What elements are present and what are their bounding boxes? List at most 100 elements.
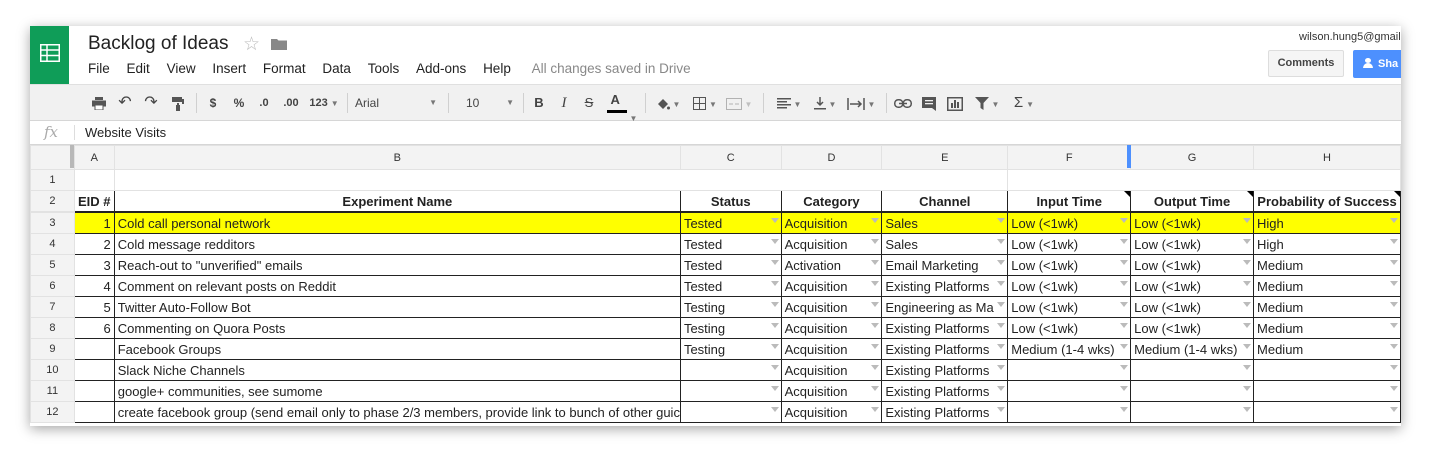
dropdown-arrow-icon[interactable] (1120, 386, 1129, 391)
dropdown-arrow-icon[interactable] (1243, 239, 1252, 244)
more-formats-button[interactable]: 123 ▼ (307, 85, 341, 121)
header-output-time[interactable]: Output Time (1130, 190, 1255, 213)
cell-category[interactable]: Acquisition (780, 275, 883, 297)
row-header[interactable]: 8 (30, 317, 75, 339)
header-input-time[interactable]: Input Time (1007, 190, 1132, 213)
dropdown-arrow-icon[interactable] (871, 302, 880, 307)
cell-probability[interactable]: Medium (1253, 296, 1401, 318)
cell-experiment-name[interactable]: Comment on relevant posts on Reddit (113, 275, 681, 297)
cell-input-time[interactable] (1007, 380, 1132, 402)
increase-decimals-button[interactable]: .00 (280, 85, 302, 121)
font-size-select[interactable]: 10 ▼ (466, 85, 516, 121)
cell-input-time[interactable]: Low (<1wk) (1007, 254, 1132, 276)
cell-input-time[interactable]: Low (<1wk) (1007, 233, 1132, 255)
cell-input-time[interactable]: Medium (1-4 wks) (1007, 338, 1132, 360)
cell-experiment-name[interactable]: Reach-out to "unverified" emails (113, 254, 681, 276)
dropdown-arrow-icon[interactable] (1390, 386, 1398, 391)
cell-category[interactable]: Acquisition (780, 317, 883, 339)
row-header[interactable]: 12 (30, 401, 75, 423)
row-header[interactable]: 5 (30, 254, 75, 276)
insert-chart-icon[interactable] (944, 85, 966, 121)
dropdown-arrow-icon[interactable] (770, 365, 779, 370)
cell-output-time[interactable]: Low (<1wk) (1130, 254, 1255, 276)
dropdown-arrow-icon[interactable] (997, 323, 1006, 328)
dropdown-arrow-icon[interactable] (1120, 260, 1129, 265)
currency-format-button[interactable]: $ (205, 85, 221, 121)
dropdown-arrow-icon[interactable] (1120, 281, 1129, 286)
cell-channel[interactable]: Existing Platforms (881, 275, 1009, 297)
dropdown-arrow-icon[interactable] (1390, 407, 1398, 412)
cell-channel[interactable]: Engineering as Ma (881, 296, 1009, 318)
dropdown-arrow-icon[interactable] (997, 218, 1006, 223)
dropdown-arrow-icon[interactable] (770, 344, 779, 349)
dropdown-arrow-icon[interactable] (997, 302, 1006, 307)
comments-button[interactable]: Comments (1268, 50, 1344, 77)
cell-channel[interactable]: Existing Platforms (881, 401, 1009, 423)
cell-status[interactable]: Testing (679, 296, 782, 318)
cell-probability[interactable] (1253, 401, 1401, 423)
cell-probability[interactable]: Medium (1253, 338, 1401, 360)
cell-output-time[interactable] (1130, 401, 1255, 423)
merge-cells-icon[interactable]: ▼ (723, 85, 755, 121)
cell-channel[interactable]: Sales (881, 233, 1009, 255)
dropdown-arrow-icon[interactable] (1243, 386, 1252, 391)
formula-input[interactable]: Website Visits (85, 125, 166, 140)
cell-category[interactable]: Acquisition (780, 380, 883, 402)
header-category[interactable]: Category (780, 190, 883, 213)
redo-icon[interactable]: ↷ (142, 85, 160, 121)
cell[interactable] (1007, 169, 1401, 191)
row-header[interactable]: 7 (30, 296, 75, 318)
cell-eid[interactable]: 6 (73, 317, 115, 339)
paint-format-icon[interactable] (169, 85, 187, 121)
cell-probability[interactable]: High (1253, 233, 1401, 255)
cell-input-time[interactable]: Low (<1wk) (1007, 296, 1132, 318)
borders-icon[interactable]: ▼ (690, 85, 720, 121)
cell-category[interactable]: Acquisition (780, 401, 883, 423)
cell-channel[interactable]: Existing Platforms (881, 338, 1009, 360)
cell-experiment-name[interactable]: create facebook group (send email only t… (113, 401, 681, 423)
dropdown-arrow-icon[interactable] (871, 365, 880, 370)
star-icon[interactable]: ☆ (243, 33, 260, 56)
dropdown-arrow-icon[interactable] (1120, 218, 1129, 223)
cell-probability[interactable]: Medium (1253, 275, 1401, 297)
dropdown-arrow-icon[interactable] (770, 323, 779, 328)
menu-format[interactable]: Format (263, 61, 306, 76)
dropdown-arrow-icon[interactable] (871, 344, 880, 349)
save-status[interactable]: All changes saved in Drive (532, 61, 691, 76)
cell-probability[interactable]: High (1253, 211, 1401, 234)
dropdown-arrow-icon[interactable] (770, 260, 779, 265)
text-wrap-icon[interactable]: ▼ (844, 85, 878, 121)
menu-file[interactable]: File (88, 61, 110, 76)
column-header-b[interactable]: B (113, 145, 681, 170)
dropdown-arrow-icon[interactable] (1243, 281, 1252, 286)
dropdown-arrow-icon[interactable] (1390, 218, 1398, 223)
cell-category[interactable]: Activation (780, 254, 883, 276)
dropdown-arrow-icon[interactable] (1120, 323, 1129, 328)
dropdown-arrow-icon[interactable] (1243, 218, 1252, 223)
frozen-column-handle[interactable] (70, 145, 74, 168)
dropdown-arrow-icon[interactable] (997, 344, 1006, 349)
cell-channel[interactable]: Sales (881, 211, 1009, 234)
menu-tools[interactable]: Tools (368, 61, 400, 76)
dropdown-arrow-icon[interactable] (1390, 239, 1398, 244)
cell-output-time[interactable]: Low (<1wk) (1130, 275, 1255, 297)
sheets-logo[interactable] (30, 26, 69, 84)
row-header[interactable]: 2 (30, 190, 75, 213)
cell-input-time[interactable] (1007, 359, 1132, 381)
cell-output-time[interactable]: Low (<1wk) (1130, 296, 1255, 318)
dropdown-arrow-icon[interactable] (871, 239, 880, 244)
menu-insert[interactable]: Insert (212, 61, 246, 76)
cell-eid[interactable]: 5 (73, 296, 115, 318)
cell-output-time[interactable]: Low (<1wk) (1130, 233, 1255, 255)
dropdown-arrow-icon[interactable] (997, 239, 1006, 244)
dropdown-arrow-icon[interactable] (1120, 407, 1129, 412)
column-header-e[interactable]: E (881, 145, 1009, 170)
text-color-button[interactable]: A ▼ (605, 85, 639, 123)
cell-output-time[interactable]: Low (<1wk) (1130, 317, 1255, 339)
dropdown-arrow-icon[interactable] (871, 323, 880, 328)
cell-probability[interactable]: Medium (1253, 254, 1401, 276)
dropdown-arrow-icon[interactable] (871, 386, 880, 391)
cell-input-time[interactable]: Low (<1wk) (1007, 317, 1132, 339)
dropdown-arrow-icon[interactable] (1243, 302, 1252, 307)
cell-status[interactable]: Testing (679, 317, 782, 339)
